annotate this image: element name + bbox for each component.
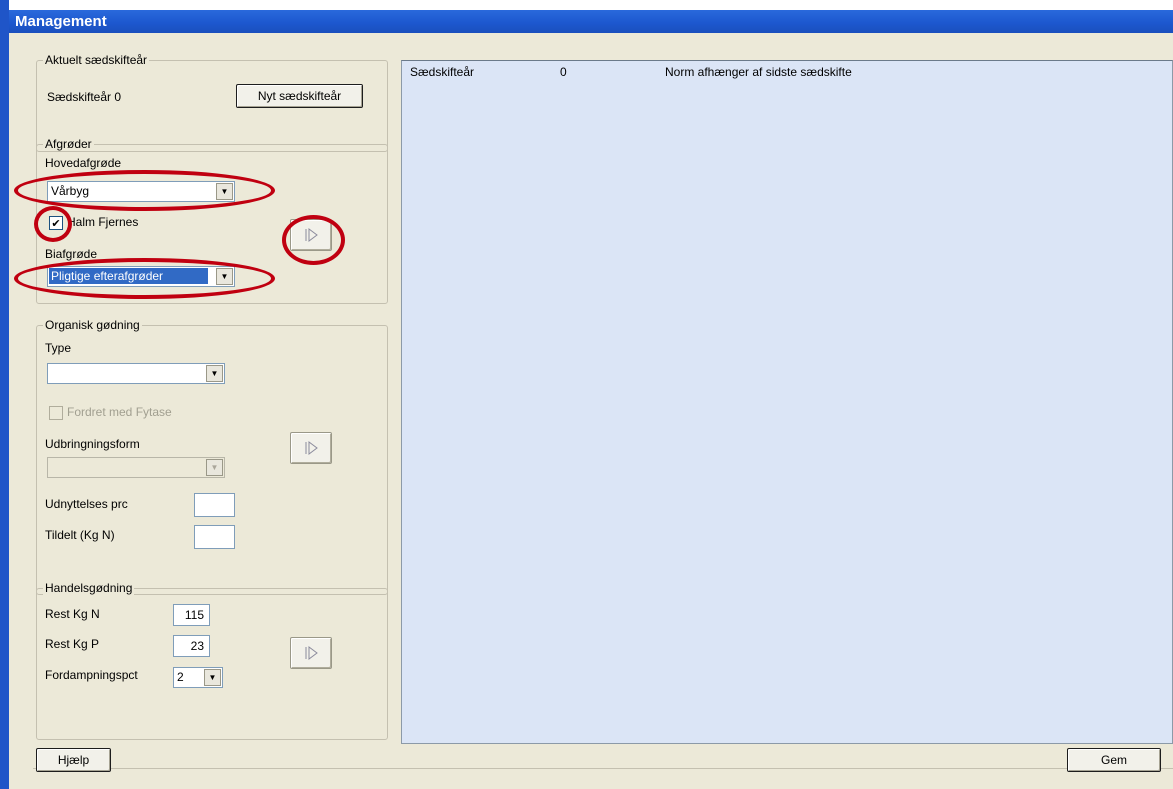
evaporation-pct-select[interactable]: 2 ▼ [173, 667, 223, 688]
organic-apply-button[interactable] [290, 432, 332, 464]
application-method-select[interactable]: ▼ [47, 457, 225, 478]
manure-type-select[interactable]: ▼ [47, 363, 225, 384]
chevron-down-icon[interactable]: ▼ [206, 365, 223, 382]
chevron-down-icon[interactable]: ▼ [206, 459, 223, 476]
rest-p-value: 23 [190, 639, 204, 653]
utilization-pct-field[interactable] [194, 493, 235, 517]
rotation-result-list[interactable]: Sædskifteår 0 Norm afhænger af sidste sæ… [401, 60, 1173, 744]
window-title: Management [15, 13, 107, 30]
window-left-edge [0, 0, 9, 789]
utilization-pct-label: Udnyttelses prc [45, 497, 128, 511]
evaporation-pct-label: Fordampningspct [45, 668, 138, 682]
list-cell-year-value: 0 [560, 65, 567, 79]
list-cell-norm-note: Norm afhænger af sidste sædskifte [665, 65, 852, 79]
catch-crop-label: Biafgrøde [45, 247, 98, 261]
crops-group: Afgrøder Hovedafgrøde Vårbyg ▼ ✔ Halm Fj… [36, 137, 388, 304]
rest-n-value: 115 [184, 608, 204, 622]
organic-fertilizer-group: Organisk gødning Type ▼ Fordret med Fyta… [36, 318, 388, 595]
main-crop-select[interactable]: Vårbyg ▼ [47, 181, 235, 202]
list-item[interactable]: Sædskifteår 0 Norm afhænger af sidste sæ… [402, 61, 1172, 79]
dialog-client-area: Aktuelt sædskifteår Sædskifteår 0 Nyt sæ… [9, 33, 1173, 789]
chevron-down-icon[interactable]: ▼ [216, 268, 233, 285]
title-bar[interactable]: Management [9, 10, 1173, 33]
check-icon: ✔ [51, 217, 61, 230]
chevron-down-icon[interactable]: ▼ [216, 183, 233, 200]
current-rotation-legend: Aktuelt sædskifteår [43, 53, 150, 67]
help-button[interactable]: Hjælp [36, 748, 111, 772]
straw-removed-label: Halm Fjernes [67, 215, 139, 229]
chevron-down-icon[interactable]: ▼ [204, 669, 221, 686]
mineral-fertilizer-group: Handelsgødning Rest Kg N 115 Rest Kg P 2… [36, 581, 388, 740]
new-rotation-year-button[interactable]: Nyt sædskifteår [236, 84, 363, 108]
rest-n-label: Rest Kg N [45, 607, 100, 621]
catch-crop-value: Pligtige efterafgrøder [49, 268, 208, 284]
footer-divider [33, 768, 1173, 769]
straw-removed-checkbox[interactable]: ✔ [49, 216, 63, 230]
main-crop-value: Vårbyg [51, 184, 90, 198]
main-crop-label: Hovedafgrøde [45, 156, 122, 170]
allocated-n-label: Tildelt (Kg N) [45, 528, 115, 542]
mineral-fertilizer-legend: Handelsgødning [43, 581, 135, 595]
rotation-year-label: Sædskifteår 0 [47, 90, 122, 104]
allocated-n-field[interactable] [194, 525, 235, 549]
phytase-label: Fordret med Fytase [67, 405, 172, 419]
phytase-checkbox[interactable] [49, 406, 63, 420]
crops-apply-button[interactable] [290, 219, 332, 251]
save-button[interactable]: Gem [1067, 748, 1161, 772]
manure-type-label: Type [45, 341, 72, 355]
list-cell-year-label: Sædskifteår [410, 65, 475, 79]
organic-fertilizer-legend: Organisk gødning [43, 318, 142, 332]
evaporation-pct-value: 2 [177, 670, 184, 684]
crops-legend: Afgrøder [43, 137, 94, 151]
mineral-apply-button[interactable] [290, 637, 332, 669]
application-method-label: Udbringningsform [45, 437, 140, 451]
play-right-icon [305, 646, 318, 660]
play-right-icon [305, 228, 318, 242]
play-right-icon [305, 441, 318, 455]
management-window: Management Aktuelt sædskifteår Sædskifte… [0, 0, 1173, 789]
rest-p-label: Rest Kg P [45, 637, 100, 651]
rest-p-field[interactable]: 23 [173, 635, 210, 657]
rest-n-field[interactable]: 115 [173, 604, 210, 626]
catch-crop-select[interactable]: Pligtige efterafgrøder ▼ [47, 266, 235, 287]
